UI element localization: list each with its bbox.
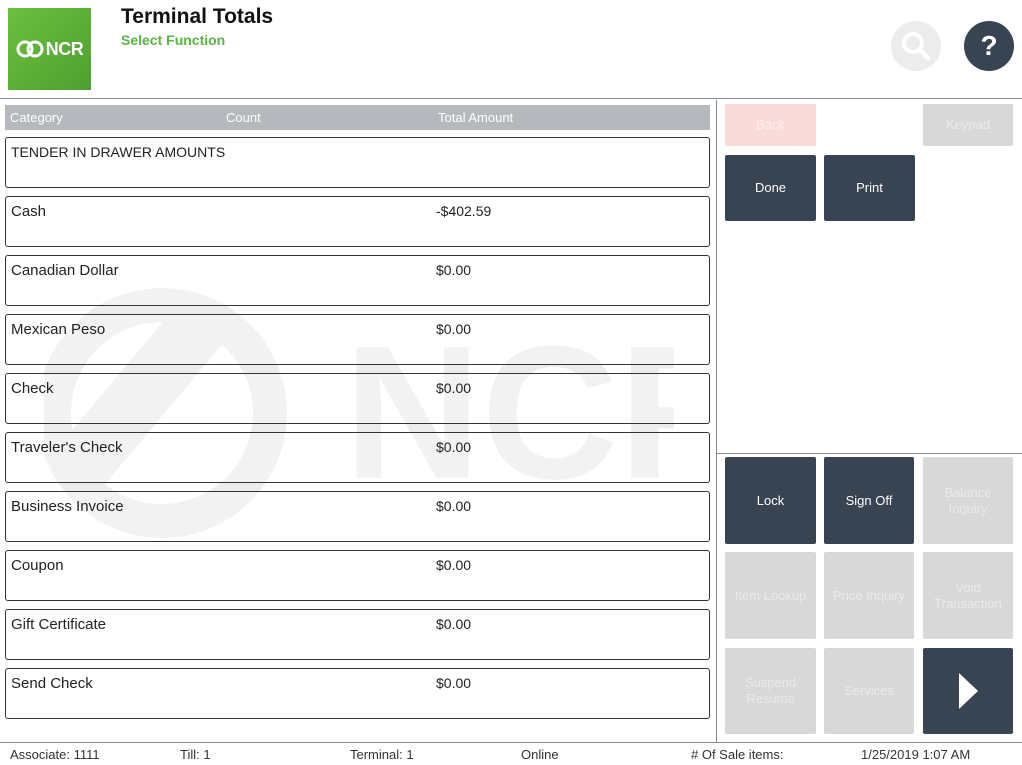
status-connection: Online: [521, 747, 559, 762]
panel-divider: [716, 100, 717, 742]
row-category: Canadian Dollar: [11, 262, 119, 279]
header: NCR Terminal Totals Select Function ?: [0, 0, 1022, 99]
table-row[interactable]: Check $0.00: [5, 373, 710, 424]
row-category: Coupon: [11, 557, 64, 574]
status-associate: Associate: 1111: [10, 747, 100, 762]
function-divider: [717, 453, 1022, 454]
row-category: Check: [11, 380, 54, 397]
price-inquiry-button[interactable]: Price Inquiry: [824, 552, 914, 639]
sign-off-button[interactable]: Sign Off: [824, 457, 914, 544]
next-page-button[interactable]: [923, 648, 1013, 734]
back-button[interactable]: Back: [725, 104, 816, 146]
page-title: Terminal Totals: [121, 5, 274, 28]
void-transaction-button[interactable]: Void Transaction: [923, 552, 1013, 639]
column-count: Count: [226, 110, 261, 125]
ncr-logo: NCR: [8, 8, 91, 90]
search-icon: [902, 32, 931, 61]
row-amount: -$402.59: [436, 203, 492, 219]
done-button[interactable]: Done: [725, 155, 816, 221]
table-row[interactable]: Cash -$402.59: [5, 196, 710, 247]
status-bar: Associate: 1111 Till: 1 Terminal: 1 Onli…: [0, 742, 1022, 765]
totals-panel: NCR Category Count Total Amount TENDER I…: [0, 100, 716, 742]
table-row[interactable]: Send Check $0.00: [5, 668, 710, 719]
row-amount: $0.00: [436, 380, 472, 396]
services-button[interactable]: Services: [824, 648, 914, 734]
row-category: Business Invoice: [11, 498, 124, 515]
table-row[interactable]: Gift Certificate $0.00: [5, 609, 710, 660]
row-amount: $0.00: [436, 616, 472, 632]
row-category: Cash: [11, 203, 47, 220]
row-category: Traveler's Check: [11, 439, 123, 456]
row-category: TENDER IN DRAWER AMOUNTS: [11, 144, 226, 160]
row-category: Gift Certificate: [11, 616, 107, 633]
item-lookup-button[interactable]: Item Lookup: [725, 552, 816, 639]
ncr-logo-icon: [16, 40, 44, 58]
print-button[interactable]: Print: [824, 155, 915, 221]
balance-inquiry-button[interactable]: Balance Inquiry: [923, 457, 1013, 544]
row-category: Mexican Peso: [11, 321, 106, 338]
lock-button[interactable]: Lock: [725, 457, 816, 544]
keypad-button[interactable]: Keypad: [923, 104, 1013, 146]
terminal-totals-screen: NCR Terminal Totals Select Function ? NC…: [0, 0, 1022, 765]
logo-text: NCR: [45, 38, 84, 59]
row-amount: $0.00: [436, 262, 472, 278]
row-category: Send Check: [11, 675, 93, 692]
table-row[interactable]: Coupon $0.00: [5, 550, 710, 601]
row-amount: $0.00: [436, 675, 472, 691]
row-amount: $0.00: [436, 557, 472, 573]
help-button[interactable]: ?: [964, 21, 1014, 71]
help-icon: ?: [980, 30, 998, 61]
row-amount: $0.00: [436, 498, 472, 514]
status-terminal: Terminal: 1: [350, 747, 414, 762]
table-row[interactable]: Canadian Dollar $0.00: [5, 255, 710, 306]
search-button[interactable]: [891, 21, 941, 71]
table-header: Category Count Total Amount: [5, 105, 710, 130]
status-datetime: 1/25/2019 1:07 AM: [861, 747, 971, 762]
row-amount: $0.00: [436, 439, 472, 455]
chevron-right-icon: [959, 673, 978, 709]
table-row[interactable]: Traveler's Check $0.00: [5, 432, 710, 483]
page-subtitle: Select Function: [121, 32, 226, 48]
table-row[interactable]: Business Invoice $0.00: [5, 491, 710, 542]
row-amount: $0.00: [436, 321, 472, 337]
suspend-resume-button[interactable]: Suspend Resume: [725, 648, 816, 734]
column-total-amount: Total Amount: [438, 110, 514, 125]
table-row[interactable]: Mexican Peso $0.00: [5, 314, 710, 365]
status-till: Till: 1: [180, 747, 211, 762]
column-category: Category: [10, 110, 63, 125]
status-sale-items: # Of Sale items:: [691, 747, 784, 762]
table-row[interactable]: TENDER IN DRAWER AMOUNTS: [5, 137, 710, 188]
